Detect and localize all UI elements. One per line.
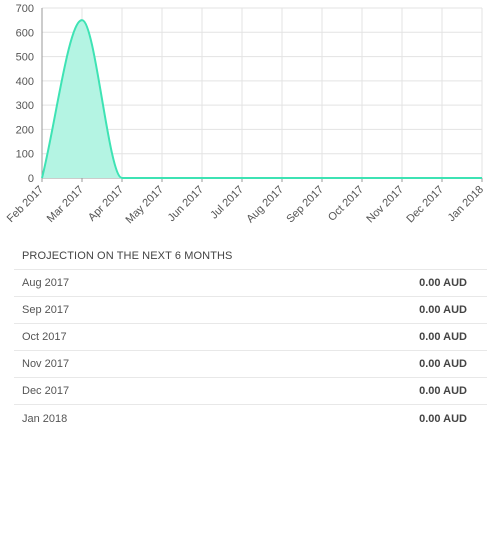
projection-row: Dec 2017 0.00 AUD: [14, 378, 487, 405]
x-tick-label: Oct 2017: [326, 184, 366, 224]
projection-row: Jan 2018 0.00 AUD: [14, 405, 487, 432]
x-tick-label: Jun 2017: [166, 184, 206, 224]
x-tick-label: Nov 2017: [364, 184, 406, 226]
y-tick-label: 400: [16, 76, 34, 88]
projection-row: Sep 2017 0.00 AUD: [14, 297, 487, 324]
projection-month: Aug 2017: [22, 277, 70, 289]
x-tick-label: Jul 2017: [208, 184, 246, 222]
x-tick-label: Aug 2017: [244, 184, 286, 226]
projection-amount: 0.00 AUD: [419, 412, 467, 425]
y-tick-label: 200: [16, 124, 34, 136]
projection-month: Oct 2017: [22, 331, 67, 343]
projection-table: PROJECTION ON THE NEXT 6 MONTHS Aug 2017…: [14, 250, 487, 432]
y-tick-label: 500: [16, 52, 34, 64]
projection-row: Nov 2017 0.00 AUD: [14, 351, 487, 378]
projection-rows: Aug 2017 0.00 AUD Sep 2017 0.00 AUD Oct 2017…: [14, 270, 487, 432]
area-chart-svg: 0 100 200 300 400 500 600 700 Feb 2017Mar 2017 Ap…: [5, 3, 486, 227]
y-tick-label: 600: [16, 27, 34, 39]
x-tick-label: Dec 2017: [404, 184, 446, 226]
x-tick-label: Jan 2018: [446, 184, 486, 224]
projection-month: Jan 2018: [22, 412, 68, 425]
x-tick-label: Apr 2017: [86, 184, 126, 224]
projection-amount: 0.00 AUD: [419, 304, 467, 316]
projection-month: Dec 2017: [22, 385, 70, 397]
y-tick-label: 700: [16, 3, 34, 15]
y-tick-label: 100: [16, 149, 34, 161]
projection-amount: 0.00 AUD: [419, 385, 467, 397]
y-tick-label: 300: [16, 100, 34, 112]
projection-month: Nov 2017: [22, 358, 70, 370]
projection-amount: 0.00 AUD: [419, 331, 467, 343]
projection-title: PROJECTION ON THE NEXT 6 MONTHS: [14, 250, 487, 270]
series-area: [42, 20, 482, 179]
projection-amount: 0.00 AUD: [419, 358, 467, 370]
x-tick-label: Mar 2017: [45, 184, 86, 225]
projection-month: Sep 2017: [22, 304, 70, 316]
x-tick-label: Sep 2017: [284, 184, 326, 226]
area-chart: 0 100 200 300 400 500 600 700 Feb 2017 Mar 2017 Ap…: [0, 0, 489, 240]
x-tick-label: May 2017: [123, 184, 166, 227]
projection-row: Oct 2017 0.00 AUD: [14, 324, 487, 351]
projection-amount: 0.00 AUD: [419, 277, 467, 289]
projection-row: Aug 2017 0.00 AUD: [14, 270, 487, 297]
x-tick-label: Feb 2017: [5, 184, 46, 225]
y-tick-label: 0: [28, 173, 34, 185]
